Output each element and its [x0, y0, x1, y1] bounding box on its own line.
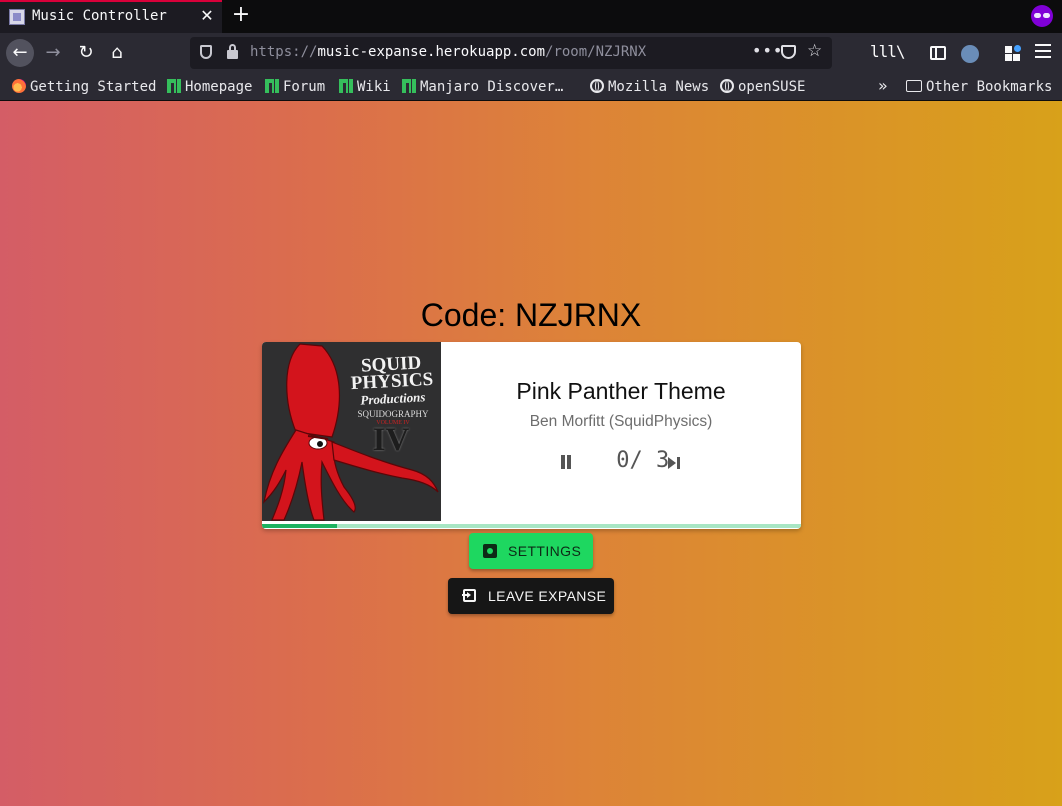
url-path: /room/NZJRNX — [545, 44, 647, 60]
music-player-card: SQUID PHYSICS Productions SQUIDOGRAPHY V… — [262, 342, 801, 529]
navigation-toolbar: ← → ↻ ⌂ https://music-expanse.herokuapp.… — [0, 33, 1062, 73]
song-artist: Ben Morfitt (SquidPhysics) — [529, 413, 713, 430]
manjaro-icon — [402, 79, 416, 93]
album-volume-numeral: IV — [372, 422, 410, 458]
exit-icon — [462, 589, 476, 602]
new-tab-button[interactable]: + — [229, 3, 253, 27]
playback-controls: 0/ 3 — [441, 448, 801, 478]
settings-button[interactable]: SETTINGS — [469, 533, 593, 569]
bookmark-label: Homepage — [185, 79, 253, 95]
leave-expanse-button[interactable]: LEAVE EXPANSE — [448, 578, 614, 614]
home-button[interactable]: ⌂ — [103, 39, 131, 67]
bookmark-label: Mozilla News — [608, 79, 710, 95]
bookmark-forum[interactable]: Forum — [265, 77, 325, 97]
skip-next-icon[interactable] — [667, 455, 683, 471]
tracking-protection-shield-icon[interactable] — [200, 45, 212, 59]
bookmark-homepage[interactable]: Homepage — [167, 77, 252, 97]
url-text[interactable]: https://music-expanse.herokuapp.com/room… — [250, 44, 646, 60]
sidebar-icon[interactable] — [930, 46, 946, 60]
album-logo-text: SQUID PHYSICS Productions — [346, 352, 439, 410]
settings-button-label: SETTINGS — [508, 543, 582, 559]
song-progress-bar — [262, 524, 801, 528]
other-bookmarks-label: Other Bookmarks — [926, 79, 1053, 95]
forward-button[interactable]: → — [39, 39, 67, 67]
bookmarks-toolbar: Getting Started Homepage Forum Wiki Manj… — [0, 73, 1062, 101]
other-bookmarks-folder[interactable]: Other Bookmarks — [906, 77, 1052, 97]
pocket-icon[interactable] — [781, 45, 796, 59]
room-code-heading: Code: NZJRNX — [420, 297, 642, 333]
song-title: Pink Panther Theme — [516, 378, 726, 404]
manjaro-icon — [339, 79, 353, 93]
firefox-icon — [12, 79, 26, 93]
page-actions-more-icon[interactable]: ••• — [752, 41, 783, 60]
page-favicon-icon — [9, 9, 25, 25]
page-viewport: Code: NZJRNX SQUID PHYSICS Productions S… — [0, 101, 1062, 806]
lock-icon[interactable] — [227, 44, 238, 59]
pause-icon[interactable] — [559, 455, 573, 471]
bookmark-wiki[interactable]: Wiki — [339, 77, 391, 97]
tab-music-controller[interactable]: Music Controller ✕ — [0, 0, 222, 33]
private-browsing-icon — [1031, 5, 1053, 27]
bookmark-label: Forum — [283, 79, 326, 95]
bookmark-label: openSUSE — [738, 79, 806, 95]
album-subtitle-text: SQUIDOGRAPHY — [357, 409, 429, 419]
tab-strip: Music Controller ✕ + — [0, 0, 1062, 33]
bookmark-mozilla-news[interactable]: Mozilla News — [590, 77, 709, 97]
bookmark-manjaro-discover[interactable]: Manjaro Discover… — [402, 77, 563, 97]
album-cover: SQUID PHYSICS Productions SQUIDOGRAPHY V… — [262, 342, 441, 521]
library-icon[interactable]: lll\ — [870, 41, 906, 63]
bookmark-getting-started[interactable]: Getting Started — [12, 77, 156, 97]
bookmark-star-icon[interactable]: ☆ — [807, 41, 822, 61]
back-button[interactable]: ← — [6, 39, 34, 67]
song-progress-fill — [262, 524, 338, 528]
close-tab-icon[interactable]: ✕ — [198, 7, 216, 25]
extensions-icon[interactable] — [1005, 45, 1021, 62]
url-host: music-expanse.herokuapp.com — [317, 44, 546, 60]
reload-button[interactable]: ↻ — [72, 39, 100, 67]
globe-icon — [720, 79, 734, 93]
url-scheme: https:// — [250, 44, 318, 60]
account-icon[interactable] — [961, 45, 979, 63]
globe-icon — [590, 79, 604, 93]
bookmark-opensuse[interactable]: openSUSE — [720, 77, 805, 97]
bookmark-label: Manjaro Discover… — [420, 79, 564, 95]
settings-icon — [483, 544, 497, 558]
bookmark-label: Wiki — [357, 79, 391, 95]
leave-button-label: LEAVE EXPANSE — [488, 588, 607, 604]
hamburger-menu-icon[interactable] — [1035, 44, 1051, 58]
folder-icon — [906, 80, 922, 92]
manjaro-icon — [167, 79, 181, 93]
bookmarks-overflow-chevron-icon[interactable]: » — [878, 76, 888, 95]
bookmark-label: Getting Started — [30, 79, 157, 95]
skip-votes-count: 0/ 3 — [603, 448, 670, 473]
url-bar[interactable]: https://music-expanse.herokuapp.com/room… — [190, 37, 832, 69]
tab-title: Music Controller — [32, 8, 167, 24]
manjaro-icon — [265, 79, 279, 93]
